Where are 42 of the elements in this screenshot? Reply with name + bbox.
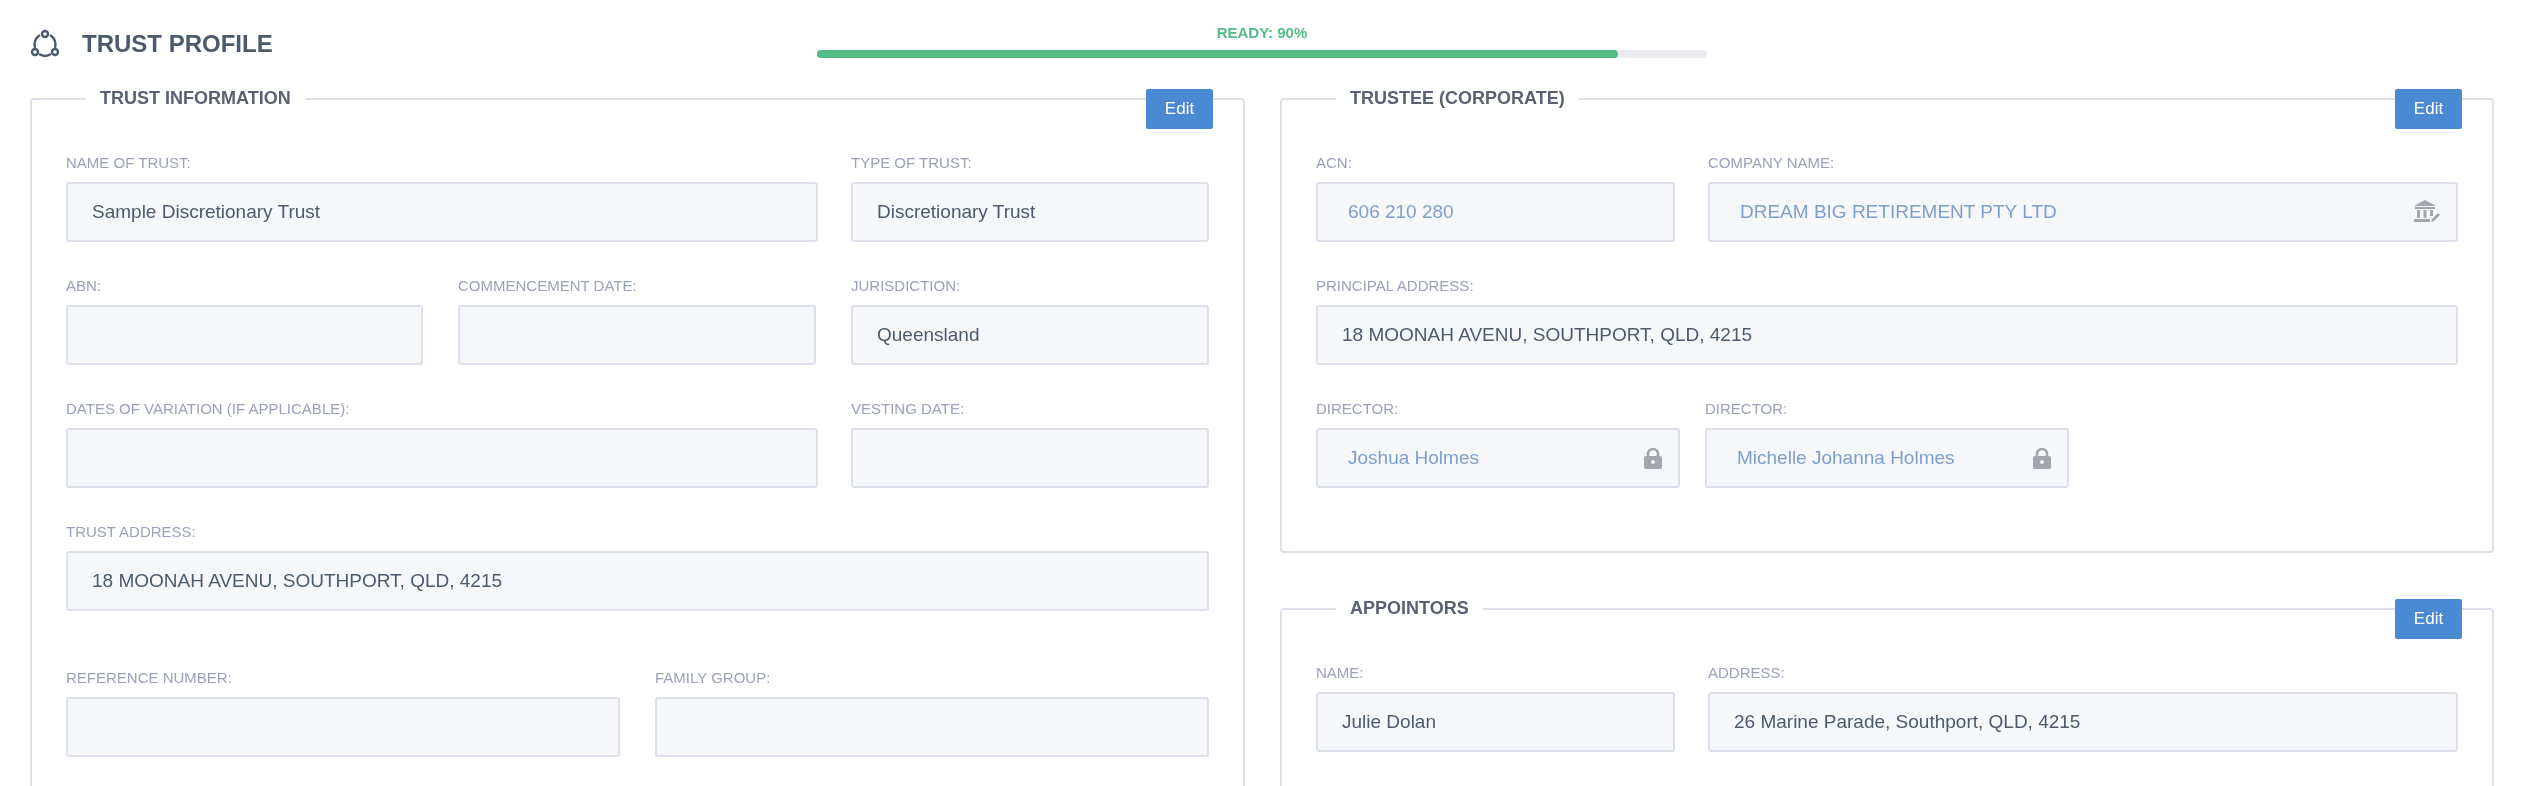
field-label: DIRECTOR: — [1316, 400, 1400, 417]
progress-label: READY: 90% — [1216, 24, 1308, 41]
lock-icon — [1644, 447, 1662, 469]
field-label: DATES OF VARIATION (IF APPLICABLE): — [66, 400, 351, 417]
input-field[interactable]: 18 MOONAH AVENU, SOUTHPORT, QLD, 4215 — [66, 551, 1209, 611]
input-field[interactable] — [66, 305, 423, 365]
section-title: TRUSTEE (CORPORATE) — [1349, 88, 1566, 109]
input-field[interactable]: 18 MOONAH AVENU, SOUTHPORT, QLD, 4215 — [1316, 305, 2458, 365]
page-title: TRUST PROFILE — [82, 30, 273, 58]
section-title: APPOINTORS — [1349, 598, 1470, 619]
field-label: ADDRESS: — [1708, 664, 1786, 681]
input-field[interactable] — [851, 428, 1209, 488]
input-field[interactable]: Julie Dolan — [1316, 692, 1675, 752]
edit-button[interactable]: Edit — [1146, 89, 1213, 129]
input-field[interactable] — [655, 697, 1209, 757]
field-label: JURISDICTION: — [851, 277, 962, 294]
edit-button[interactable]: Edit — [2395, 89, 2462, 129]
input-field[interactable] — [66, 428, 818, 488]
bank-icon — [2414, 200, 2440, 224]
field-label: COMMENCEMENT DATE: — [458, 277, 638, 294]
input-field[interactable] — [66, 697, 620, 757]
input-field[interactable]: Sample Discretionary Trust — [66, 182, 818, 242]
edit-button[interactable]: Edit — [2395, 599, 2462, 639]
hub-icon — [30, 29, 60, 59]
field-label: TRUST ADDRESS: — [66, 523, 197, 540]
field-label: NAME OF TRUST: — [66, 154, 192, 171]
field-label: FAMILY GROUP: — [655, 669, 772, 686]
input-field[interactable]: 26 Marine Parade, Southport, QLD, 4215 — [1708, 692, 2458, 752]
section-title: TRUST INFORMATION — [99, 88, 292, 109]
field-label: PRINCIPAL ADDRESS: — [1316, 277, 1475, 294]
field-label: NAME: — [1316, 664, 1365, 681]
input-field[interactable]: Discretionary Trust — [851, 182, 1209, 242]
field-label: TYPE OF TRUST: — [851, 154, 973, 171]
input-field[interactable] — [458, 305, 816, 365]
input-field[interactable]: Queensland — [851, 305, 1209, 365]
lock-icon — [2033, 447, 2051, 469]
field-label: VESTING DATE: — [851, 400, 966, 417]
field-label: COMPANY NAME: — [1708, 154, 1836, 171]
field-label: ACN: — [1316, 154, 1353, 171]
field-label: ABN: — [66, 277, 102, 294]
field-label: DIRECTOR: — [1705, 400, 1789, 417]
field-label: REFERENCE NUMBER: — [66, 669, 233, 686]
